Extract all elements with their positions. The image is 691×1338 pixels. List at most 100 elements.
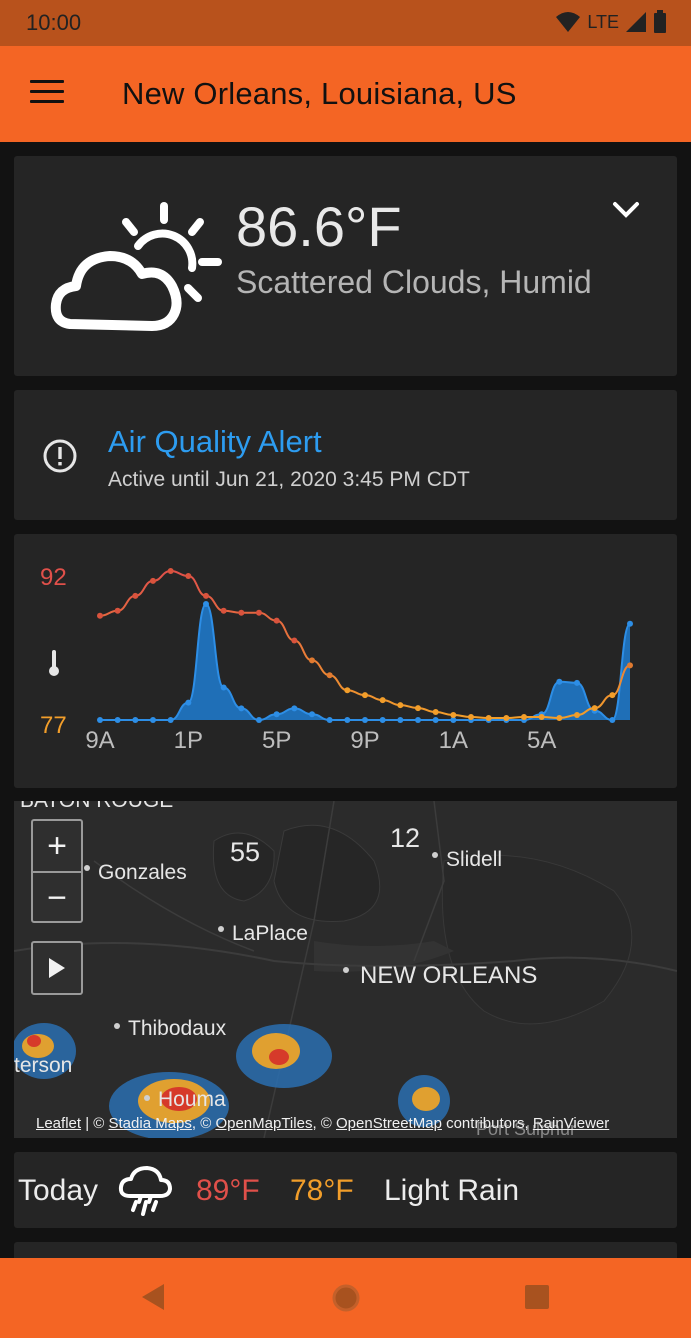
back-icon[interactable] <box>140 1282 166 1312</box>
battery-icon <box>654 10 666 33</box>
x-tick-label: 1A <box>439 727 468 754</box>
recents-icon[interactable] <box>524 1284 550 1310</box>
precip-point <box>256 717 262 723</box>
precip-point <box>273 711 280 718</box>
map-dot-thibodaux <box>114 1023 120 1029</box>
map-label-hwy-55: 55 <box>230 837 261 867</box>
forecast-low: 78°F <box>290 1174 354 1207</box>
map-attribution: Leaflet | © Stadia Maps, © OpenMapTiles,… <box>36 1115 610 1132</box>
precip-point <box>432 717 439 723</box>
precip-point <box>362 717 368 723</box>
temperature-point <box>273 617 280 624</box>
y-min-label: 77 <box>40 712 67 739</box>
play-icon <box>49 958 65 978</box>
temperature-point <box>450 712 457 719</box>
precip-point <box>203 601 209 607</box>
attribution-openmaptiles-link[interactable]: OpenMapTiles <box>215 1115 312 1132</box>
temperature-point <box>167 568 174 574</box>
precip-point <box>556 678 563 685</box>
hourly-chart: 92 77 9A 1P 5P 9P 1A 5A <box>40 564 633 754</box>
map-label-laplace: LaPlace <box>232 922 308 945</box>
precip-point <box>627 620 633 627</box>
status-icons: LTE <box>555 10 667 34</box>
temperature-point <box>362 692 368 699</box>
alert-title: Air Quality Alert <box>108 424 322 459</box>
current-conditions-card[interactable]: 86.6°F Scattered Clouds, Humid <box>14 156 677 376</box>
precip-point <box>574 679 580 686</box>
attribution-rainviewer-link[interactable]: RainViewer <box>533 1115 609 1132</box>
temperature-point <box>203 592 209 599</box>
thermometer-icon <box>49 650 59 676</box>
temperature-point <box>574 712 580 719</box>
hourly-chart-card: 92 77 9A 1P 5P 9P 1A 5A <box>14 534 677 788</box>
map-zoom-control: + − <box>31 819 83 923</box>
map-dot-houma <box>144 1095 150 1101</box>
attribution-contributors: contributors, <box>446 1115 529 1132</box>
forecast-description: Light Rain <box>384 1174 520 1207</box>
map-label-houma: Houma <box>158 1088 226 1111</box>
map-label-slidell: Slidell <box>446 848 503 871</box>
temperature-point <box>256 609 262 616</box>
temperature-point <box>432 709 439 716</box>
forecast-high: 89°F <box>196 1174 260 1207</box>
chevron-down-icon[interactable] <box>611 198 641 220</box>
forecast-row-today[interactable]: Today 89°F 78°F Light Rain <box>14 1152 677 1228</box>
precip-point <box>238 705 245 712</box>
precip-point <box>291 705 298 712</box>
temperature-point <box>609 692 616 699</box>
location-title: New Orleans, Louisiana, US <box>122 76 517 111</box>
zoom-in-button[interactable]: + <box>33 821 81 871</box>
temperature-point <box>397 702 404 709</box>
temperature-point <box>185 572 192 579</box>
current-temperature: 86.6°F <box>236 195 402 258</box>
temperature-point <box>291 637 298 644</box>
map-dot-new-orleans <box>343 967 349 973</box>
precip-area <box>100 604 630 720</box>
temperature-point <box>379 697 386 704</box>
temperature-point <box>132 592 139 599</box>
temperature-point <box>503 715 510 722</box>
attribution-stadia-link[interactable]: Stadia Maps <box>109 1115 192 1132</box>
alert-circle-icon <box>43 439 77 473</box>
status-bar: 10:00 LTE <box>0 0 691 46</box>
map-label-new-orleans: NEW ORLEANS <box>360 962 538 989</box>
current-condition: Scattered Clouds, Humid <box>236 264 592 300</box>
system-nav-bar <box>0 1258 691 1338</box>
temperature-point <box>591 705 598 712</box>
x-tick-label: 9P <box>350 727 379 754</box>
attribution-osm-link[interactable]: OpenStreetMap <box>336 1115 442 1132</box>
temperature-point <box>468 714 474 721</box>
map-dot-slidell <box>432 852 438 858</box>
menu-icon[interactable] <box>30 80 64 106</box>
rain-icon <box>118 1166 172 1216</box>
home-icon[interactable] <box>330 1282 362 1314</box>
radar-map[interactable]: BATON ROUGE Gonzales 55 12 Slidell LaPla… <box>14 801 677 1138</box>
attribution-leaflet-link[interactable]: Leaflet <box>36 1115 81 1132</box>
temperature-point <box>309 657 315 664</box>
x-tick-label: 5A <box>527 727 556 754</box>
status-time: 10:00 <box>26 10 82 35</box>
precip-point <box>309 711 315 718</box>
y-max-label: 92 <box>40 564 67 591</box>
temperature-point <box>326 672 333 679</box>
map-dot-gonzales <box>84 865 90 871</box>
x-tick-label: 9A <box>85 727 114 754</box>
map-label-thibodaux: Thibodaux <box>128 1017 227 1040</box>
temperature-point <box>627 662 633 669</box>
temperature-point <box>150 577 156 584</box>
signal-icon <box>626 12 646 32</box>
precip-point <box>114 717 121 723</box>
radar-play-button[interactable] <box>31 941 83 995</box>
map-label-patterson: terson <box>14 1054 73 1077</box>
temperature-point <box>97 612 103 619</box>
x-tick-label: 5P <box>262 727 291 754</box>
precip-point <box>132 717 139 723</box>
zoom-out-button[interactable]: − <box>33 873 81 923</box>
air-quality-alert-card[interactable]: Air Quality Alert Active until Jun 21, 2… <box>14 390 677 520</box>
precip-point <box>379 717 386 723</box>
map-label-baton-rouge: BATON ROUGE <box>20 801 173 813</box>
precip-point <box>97 717 103 723</box>
precip-point <box>609 717 616 723</box>
partly-cloudy-icon <box>50 202 222 331</box>
app-bar: New Orleans, Louisiana, US <box>0 46 691 142</box>
